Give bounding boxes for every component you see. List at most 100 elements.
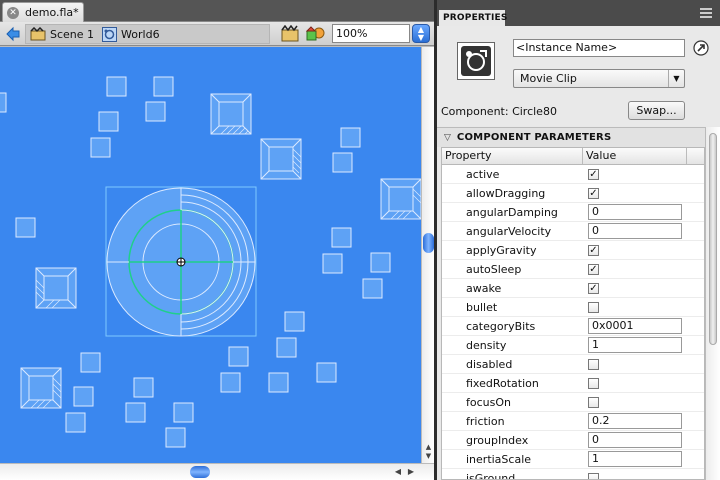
parameter-name: angularVelocity xyxy=(466,224,552,238)
parameter-text-field[interactable]: 0 xyxy=(588,432,682,448)
component-parameters-header[interactable]: ▽ COMPONENT PARAMETERS xyxy=(437,127,720,147)
close-icon[interactable]: ✕ xyxy=(7,6,19,19)
parameter-checkbox[interactable] xyxy=(588,472,599,479)
checkmark-icon: ✓ xyxy=(589,168,598,180)
movieclip-icon xyxy=(102,26,118,42)
parameter-row: groupIndex 0 xyxy=(442,431,704,450)
component-parameters-title: COMPONENT PARAMETERS xyxy=(456,132,612,143)
properties-tab[interactable]: PROPERTIES xyxy=(439,10,507,26)
edit-scene-icon[interactable] xyxy=(281,25,299,42)
parameter-row: fixedRotation xyxy=(442,374,704,393)
parameter-value-cell xyxy=(583,377,703,389)
parameter-name: groupIndex xyxy=(466,433,529,447)
parameter-checkbox[interactable] xyxy=(588,377,599,389)
parameter-row: bullet xyxy=(442,298,704,317)
parameter-name: isGround xyxy=(466,471,516,480)
parameter-name: categoryBits xyxy=(466,319,536,333)
registration-point-icon xyxy=(176,257,186,267)
scroll-down-icon[interactable]: ▼ xyxy=(424,452,433,461)
parameter-checkbox[interactable]: ✓ xyxy=(588,263,599,275)
parameter-checkbox[interactable] xyxy=(588,301,599,313)
swap-button[interactable]: Swap... xyxy=(628,101,685,120)
parameter-value-cell: 0.2 xyxy=(583,413,703,429)
parameter-checkbox[interactable] xyxy=(588,358,599,370)
scroll-right-icon[interactable]: ▶ xyxy=(405,466,417,478)
collapse-triangle-icon[interactable]: ▽ xyxy=(444,133,451,143)
checkmark-icon: ✓ xyxy=(589,263,598,275)
parameter-value-cell: 1 xyxy=(583,451,703,467)
instance-name-input[interactable]: <Instance Name> xyxy=(513,39,685,57)
parameter-name: applyGravity xyxy=(466,243,537,257)
properties-vertical-scroll-thumb[interactable] xyxy=(709,133,717,345)
stage-horizontal-scroll-thumb[interactable] xyxy=(190,466,210,478)
stage-horizontal-scrollbar[interactable]: ◀ ▶ xyxy=(0,463,434,480)
parameter-name: disabled xyxy=(466,357,513,371)
parameter-text-field[interactable]: 0x0001 xyxy=(588,318,682,334)
parameter-text-field[interactable]: 1 xyxy=(588,337,682,353)
zoom-stepper[interactable]: ▲ ▼ xyxy=(412,24,430,43)
zoom-input[interactable]: 100% xyxy=(332,24,410,43)
properties-vertical-scrollbar[interactable] xyxy=(705,127,720,480)
parameter-row: active ✓ xyxy=(442,165,704,184)
edit-symbol-icon[interactable] xyxy=(693,40,709,56)
document-window: ✕ demo.fla* Scene 1 World6 100% ▲ ▼ ▲ ▼ … xyxy=(0,0,434,480)
parameter-row: friction 0.2 xyxy=(442,412,704,431)
column-header-property[interactable]: Property xyxy=(442,148,583,164)
component-label: Component: Circle80 xyxy=(441,105,557,118)
stage-vertical-scrollbar[interactable]: ▲ ▼ xyxy=(421,47,434,463)
parameter-name: fixedRotation xyxy=(466,376,539,390)
stage[interactable] xyxy=(0,47,421,463)
breadcrumb-scene[interactable]: Scene 1 xyxy=(26,25,98,43)
parameters-grid-rows: active ✓ allowDragging ✓ angularDamping 0 angu… xyxy=(442,165,704,480)
checkmark-icon: ✓ xyxy=(589,282,598,294)
parameter-name: autoSleep xyxy=(466,262,522,276)
properties-tab-bar: PROPERTIES xyxy=(437,0,720,26)
checkmark-icon: ✓ xyxy=(589,244,598,256)
parameter-value-cell xyxy=(583,396,703,408)
parameter-value-cell: ✓ xyxy=(583,263,703,275)
document-tab[interactable]: ✕ demo.fla* xyxy=(2,2,84,22)
parameter-name: density xyxy=(466,338,507,352)
stage-canvas[interactable] xyxy=(0,47,421,463)
document-tab-bar: ✕ demo.fla* xyxy=(0,0,434,22)
parameter-text-field[interactable]: 1 xyxy=(588,451,682,467)
parameter-row: categoryBits 0x0001 xyxy=(442,317,704,336)
parameter-checkbox[interactable] xyxy=(588,396,599,408)
parameter-row: angularVelocity 0 xyxy=(442,222,704,241)
movieclip-symbol-icon xyxy=(457,42,495,80)
breadcrumb-scene-label: Scene 1 xyxy=(50,27,95,41)
parameter-value-cell: 1 xyxy=(583,337,703,353)
scene-icon xyxy=(30,27,46,41)
scroll-up-icon[interactable]: ▲ xyxy=(424,443,433,452)
parameter-row: autoSleep ✓ xyxy=(442,260,704,279)
breadcrumb-symbol[interactable]: World6 xyxy=(98,25,164,43)
edit-symbols-icon[interactable] xyxy=(306,25,326,42)
parameter-value-cell: 0x0001 xyxy=(583,318,703,334)
parameter-row: isGround xyxy=(442,469,704,480)
parameter-value-cell: 0 xyxy=(583,204,703,220)
panel-menu-icon[interactable] xyxy=(700,8,712,18)
parameter-text-field[interactable]: 0 xyxy=(588,204,682,220)
properties-header: <Instance Name> Movie Clip ▼ Component: … xyxy=(437,26,720,126)
parameter-checkbox[interactable]: ✓ xyxy=(588,187,599,199)
scroll-left-icon[interactable]: ◀ xyxy=(392,466,404,478)
parameter-row: inertiaScale 1 xyxy=(442,450,704,469)
parameter-checkbox[interactable]: ✓ xyxy=(588,244,599,256)
stage-vertical-scroll-thumb[interactable] xyxy=(423,233,434,253)
parameter-checkbox[interactable]: ✓ xyxy=(588,282,599,294)
parameter-name: friction xyxy=(466,414,505,428)
parameter-value-cell: ✓ xyxy=(583,168,703,180)
parameter-row: allowDragging ✓ xyxy=(442,184,704,203)
parameters-grid: Property Value active ✓ allowDragging ✓ angu… xyxy=(441,147,705,480)
column-header-value[interactable]: Value xyxy=(583,148,687,164)
back-arrow-icon[interactable] xyxy=(5,26,21,42)
parameter-name: angularDamping xyxy=(466,205,558,219)
breadcrumb-symbol-label: World6 xyxy=(121,27,160,41)
parameter-value-cell: 0 xyxy=(583,223,703,239)
parameter-text-field[interactable]: 0.2 xyxy=(588,413,682,429)
parameter-name: awake xyxy=(466,281,502,295)
parameter-checkbox[interactable]: ✓ xyxy=(588,168,599,180)
parameter-text-field[interactable]: 0 xyxy=(588,223,682,239)
symbol-type-select[interactable]: Movie Clip ▼ xyxy=(513,69,685,88)
parameter-row: focusOn xyxy=(442,393,704,412)
